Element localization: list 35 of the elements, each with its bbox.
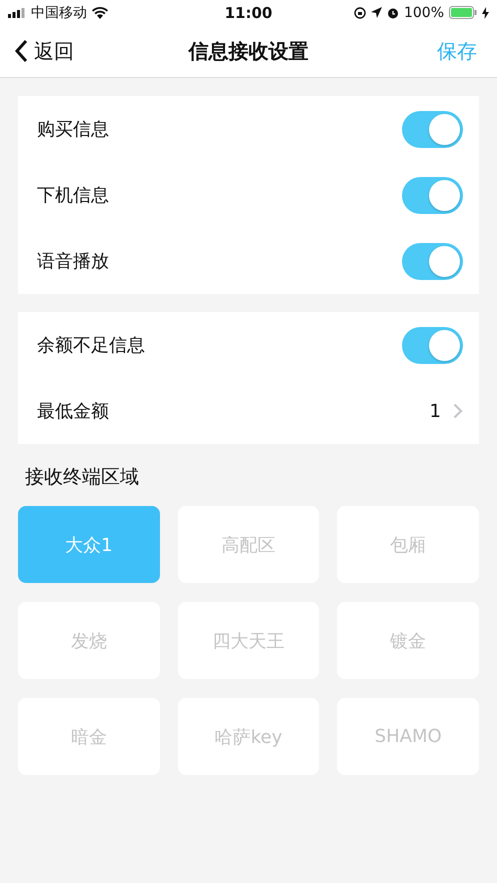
charging-icon	[482, 6, 489, 18]
page-title: 信息接收设置	[188, 38, 308, 62]
battery-percent: 100%	[404, 4, 444, 20]
setting-label: 购买信息	[37, 118, 109, 141]
toggle-switch[interactable]	[402, 242, 463, 280]
setting-label: 语音播放	[37, 250, 109, 273]
clock-time: 11:00	[224, 4, 272, 22]
area-option[interactable]: 哈萨key	[178, 698, 320, 775]
signal-icon	[8, 8, 26, 18]
setting-label: 最低金额	[37, 400, 109, 423]
toggle-switch[interactable]	[402, 110, 463, 148]
toggle-switch[interactable]	[402, 326, 463, 364]
area-option[interactable]: 包厢	[337, 506, 479, 583]
area-option[interactable]: 高配区	[178, 506, 320, 583]
area-option[interactable]: 发烧	[18, 602, 160, 679]
area-option[interactable]: 四大天王	[178, 602, 320, 679]
section-title: 接收终端区域	[25, 466, 139, 488]
alarm-icon	[386, 6, 399, 18]
wifi-icon	[92, 6, 108, 18]
area-option[interactable]: 暗金	[18, 698, 160, 775]
chevron-left-icon	[14, 39, 28, 63]
setting-label: 余额不足信息	[37, 334, 145, 357]
chevron-right-icon[interactable]	[453, 403, 463, 419]
area-option[interactable]: SHAMO	[337, 698, 479, 775]
setting-label: 下机信息	[37, 184, 109, 207]
rotation-lock-icon	[354, 6, 366, 18]
setting-value: 1	[430, 400, 441, 422]
area-option[interactable]: 大众1	[18, 506, 160, 583]
area-option[interactable]: 镀金	[337, 602, 479, 679]
location-icon	[370, 7, 382, 18]
toggle-switch[interactable]	[402, 176, 463, 214]
back-button[interactable]: 返回	[14, 38, 74, 64]
save-button[interactable]: 保存	[431, 38, 483, 64]
carrier-name: 中国移动	[31, 4, 87, 22]
battery-icon	[449, 6, 477, 19]
